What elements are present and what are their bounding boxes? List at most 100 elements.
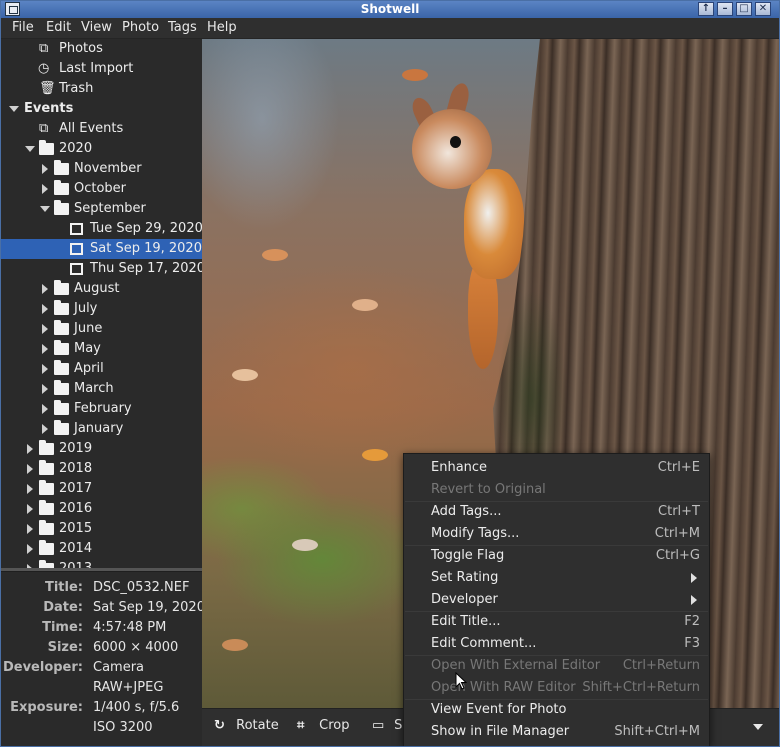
menu-item-add-tags[interactable]: Add Tags... Ctrl+T: [404, 501, 709, 523]
sidebar-item-year-2020[interactable]: 2020: [1, 139, 202, 159]
expander-right-icon[interactable]: [42, 364, 48, 374]
info-exposure-value: 1/400 s, f/5.6: [93, 700, 180, 715]
menu-item-label: Edit Title...: [431, 614, 501, 629]
sidebar-item-event-selected[interactable]: Sat Sep 19, 2020: [1, 239, 202, 259]
expander-right-icon[interactable]: [42, 424, 48, 434]
menu-item-toggle-flag[interactable]: Toggle Flag Ctrl+G: [404, 545, 709, 567]
menu-item-label: Edit Comment...: [431, 636, 537, 651]
expander-down-icon[interactable]: [9, 106, 19, 112]
expander-down-icon[interactable]: [40, 206, 50, 212]
menu-photo[interactable]: Photo: [122, 20, 159, 35]
sidebar-item-month-september[interactable]: September: [1, 199, 202, 219]
sidebar-item-label: March: [74, 381, 114, 396]
info-exposure-label: Exposure:: [10, 700, 83, 715]
sidebar-item-month[interactable]: November: [1, 159, 202, 179]
sidebar-item-all-events[interactable]: ⧉ All Events: [1, 119, 202, 139]
menu-item-shortcut: F2: [684, 614, 700, 629]
sidebar-item-year[interactable]: 2015: [1, 519, 202, 539]
menu-item-enhance[interactable]: Enhance Ctrl+E: [404, 457, 709, 479]
sidebar-section-label: Events: [24, 101, 74, 116]
window-title: Shotwell: [360, 2, 420, 16]
expander-right-icon[interactable]: [42, 164, 48, 174]
menu-item-show-in-file-manager[interactable]: Show in File Manager Shift+Ctrl+M: [404, 721, 709, 743]
sidebar-item-label: Photos: [59, 41, 103, 56]
sidebar-item-year[interactable]: 2016: [1, 499, 202, 519]
sidebar-item-month[interactable]: February: [1, 399, 202, 419]
info-exposure-value-2: ISO 3200: [93, 720, 153, 735]
crop-label: Crop: [319, 718, 350, 733]
minimize-button[interactable]: –: [717, 2, 733, 16]
maximize-button[interactable]: □: [736, 2, 752, 16]
sidebar-item-month[interactable]: October: [1, 179, 202, 199]
expander-right-icon[interactable]: [42, 184, 48, 194]
sidebar-item-label: September: [74, 201, 146, 216]
sidebar-section-events[interactable]: Events: [1, 99, 202, 119]
rotate-button[interactable]: ↻ Rotate: [214, 718, 279, 733]
rotate-icon: ↻: [214, 718, 225, 733]
sidebar-item-month[interactable]: August: [1, 279, 202, 299]
sidebar-item-event[interactable]: Tue Sep 29, 2020: [1, 219, 202, 239]
menu-view[interactable]: View: [81, 20, 112, 35]
raise-window-button[interactable]: ↑: [698, 2, 714, 16]
expander-right-icon[interactable]: [42, 284, 48, 294]
expander-right-icon[interactable]: [42, 304, 48, 314]
sidebar-item-year[interactable]: 2018: [1, 459, 202, 479]
expander-right-icon[interactable]: [42, 404, 48, 414]
menu-item-set-rating[interactable]: Set Rating: [404, 567, 709, 589]
sidebar-item-month[interactable]: June: [1, 319, 202, 339]
menu-item-developer[interactable]: Developer: [404, 589, 709, 611]
expander-right-icon[interactable]: [27, 464, 33, 474]
squirrel-body: [464, 169, 524, 279]
expander-right-icon[interactable]: [42, 344, 48, 354]
sidebar-item-label: 2013: [59, 561, 92, 568]
sidebar-item-label: 2020: [59, 141, 93, 156]
sidebar-item-trash[interactable]: 🗑 Trash: [1, 79, 202, 99]
sidebar-item-year[interactable]: 2014: [1, 539, 202, 559]
event-icon: [70, 243, 83, 255]
submenu-arrow-icon: [691, 573, 697, 583]
expander-right-icon[interactable]: [27, 504, 33, 514]
sidebar-item-label: Trash: [59, 81, 94, 96]
expander-right-icon[interactable]: [27, 484, 33, 494]
expander-right-icon[interactable]: [27, 544, 33, 554]
menu-item-modify-tags[interactable]: Modify Tags... Ctrl+M: [404, 523, 709, 545]
sidebar-item-year[interactable]: 2019: [1, 439, 202, 459]
sidebar-item-month[interactable]: May: [1, 339, 202, 359]
expander-right-icon[interactable]: [27, 444, 33, 454]
menu-help[interactable]: Help: [207, 20, 237, 35]
toolbar-overflow-icon[interactable]: [753, 724, 763, 730]
menu-tags[interactable]: Tags: [168, 20, 197, 35]
straighten-button[interactable]: ▭ S: [372, 718, 402, 733]
crop-button[interactable]: ⌗ Crop: [297, 718, 349, 733]
sidebar-item-photos[interactable]: ⧉ Photos: [1, 39, 202, 59]
menu-item-view-event[interactable]: View Event for Photo: [404, 699, 709, 721]
folder-icon: [54, 320, 69, 335]
sidebar: ⧉ Photos ◷ Last Import 🗑 Trash Events ⧉ …: [1, 39, 202, 568]
menu-file[interactable]: File: [12, 20, 34, 35]
menu-item-shortcut: Ctrl+T: [658, 504, 700, 519]
expander-right-icon[interactable]: [27, 524, 33, 534]
menu-item-edit-title[interactable]: Edit Title... F2: [404, 611, 709, 633]
sidebar-item-year[interactable]: 2017: [1, 479, 202, 499]
expander-down-icon[interactable]: [25, 146, 35, 152]
sidebar-item-event[interactable]: Thu Sep 17, 2020: [1, 259, 202, 279]
info-time-label: Time:: [42, 620, 83, 635]
sidebar-item-month[interactable]: March: [1, 379, 202, 399]
sidebar-item-month[interactable]: July: [1, 299, 202, 319]
expander-right-icon[interactable]: [42, 324, 48, 334]
folder-icon: [54, 400, 69, 415]
submenu-arrow-icon: [691, 595, 697, 605]
sidebar-item-last-import[interactable]: ◷ Last Import: [1, 59, 202, 79]
sidebar-item-label: June: [74, 321, 103, 336]
menu-item-label: Open With RAW Editor: [431, 680, 576, 695]
sidebar-item-label: February: [74, 401, 132, 416]
sidebar-item-month[interactable]: April: [1, 359, 202, 379]
menu-item-label: Developer: [431, 592, 498, 607]
close-button[interactable]: ✕: [755, 2, 771, 16]
sidebar-item-year[interactable]: 2013: [1, 559, 202, 568]
expander-right-icon[interactable]: [42, 384, 48, 394]
sidebar-item-month[interactable]: January: [1, 419, 202, 439]
folder-icon: [54, 200, 69, 215]
menu-edit[interactable]: Edit: [46, 20, 71, 35]
menu-item-edit-comment[interactable]: Edit Comment... F3: [404, 633, 709, 655]
